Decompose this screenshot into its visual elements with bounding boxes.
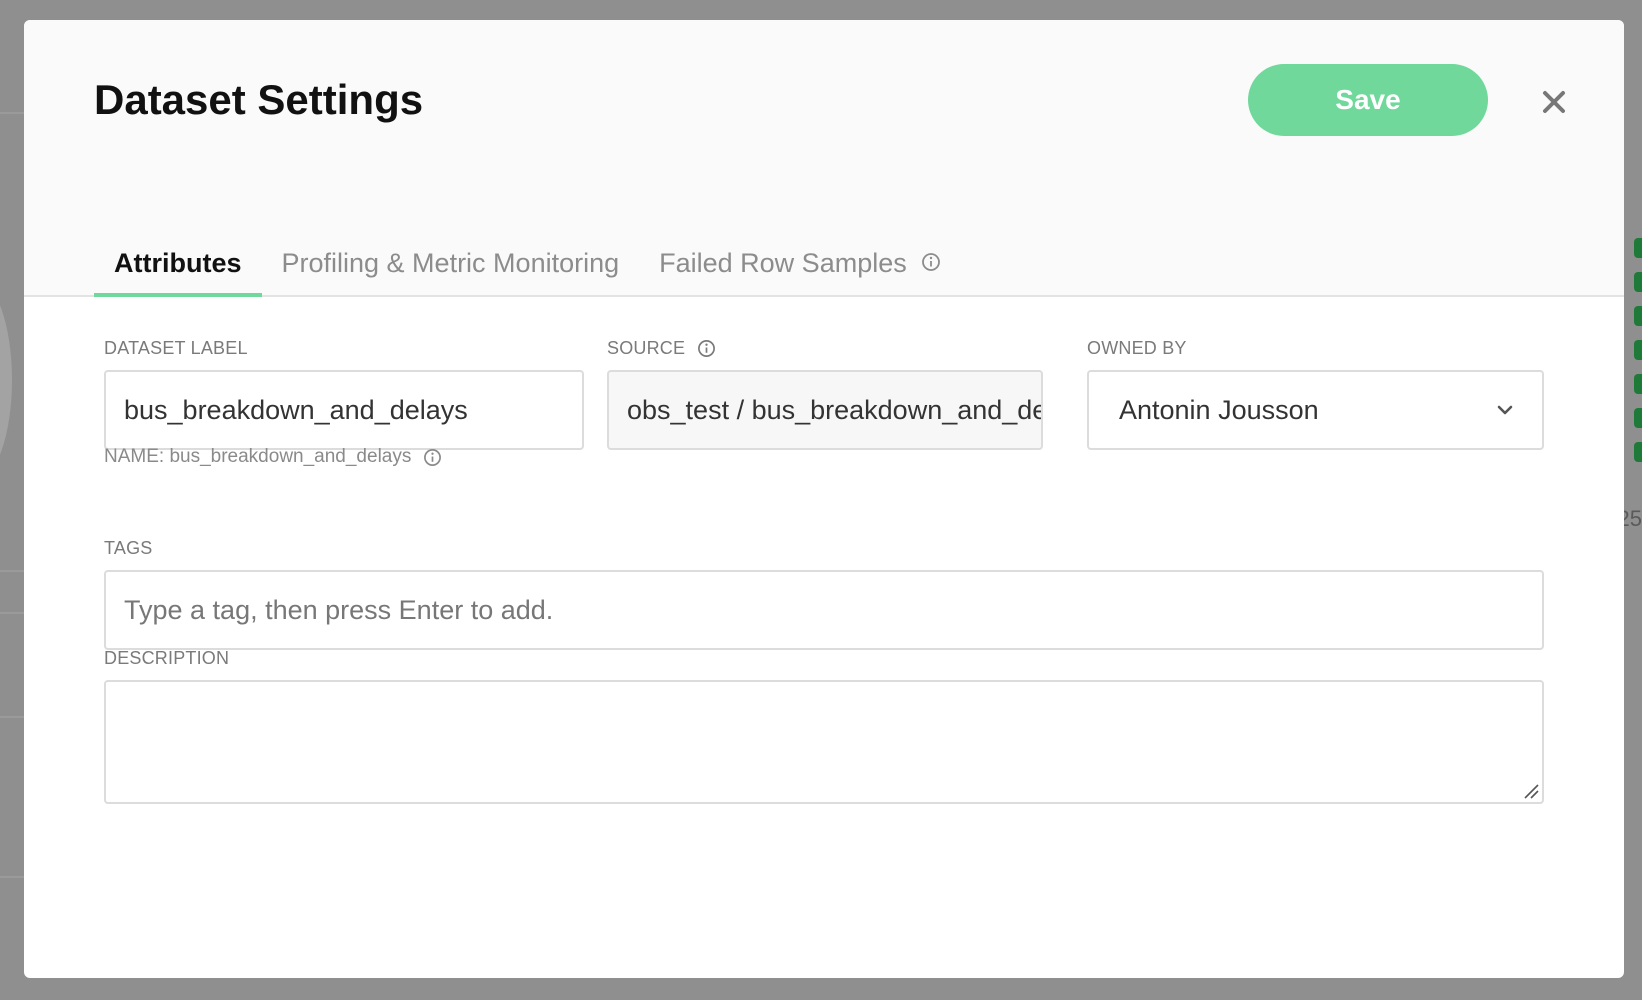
background-status-dot xyxy=(1634,374,1642,394)
background-divider xyxy=(0,570,24,572)
tags-label: TAGS xyxy=(104,538,152,559)
description-textarea[interactable] xyxy=(104,680,1544,804)
dataset-label-label-text: DATASET LABEL xyxy=(104,338,248,358)
source-value: obs_test / bus_breakdown_and_delays xyxy=(627,394,1041,425)
description-label-text: DESCRIPTION xyxy=(104,648,230,668)
background-status-dot xyxy=(1634,306,1642,326)
background-divider xyxy=(0,112,24,114)
background-divider xyxy=(0,876,24,878)
modal-title: Dataset Settings xyxy=(94,76,424,123)
owned-by-label-text: OWNED BY xyxy=(1087,338,1187,358)
info-icon[interactable] xyxy=(423,448,442,467)
info-icon[interactable] xyxy=(921,252,941,272)
tab-label: Failed Row Samples xyxy=(659,248,907,278)
info-icon[interactable] xyxy=(697,339,716,358)
dataset-label-label: DATASET LABEL xyxy=(104,338,248,359)
source-input[interactable]: obs_test / bus_breakdown_and_delays xyxy=(607,370,1043,450)
resize-handle-icon[interactable] xyxy=(1522,782,1540,800)
background-status-dot xyxy=(1634,238,1642,258)
dataset-label-input[interactable]: bus_breakdown_and_delays xyxy=(104,370,584,450)
tab-label: Profiling & Metric Monitoring xyxy=(281,248,620,278)
tab-attributes[interactable]: Attributes xyxy=(94,226,262,297)
background-divider xyxy=(0,612,24,614)
tab-profiling-metric-monitoring[interactable]: Profiling & Metric Monitoring xyxy=(262,226,640,297)
tab-failed-row-samples[interactable]: Failed Row Samples xyxy=(639,226,961,297)
tab-label: Attributes xyxy=(114,248,242,278)
background-divider xyxy=(0,716,24,718)
dataset-name-hint-text: NAME: bus_breakdown_and_delays xyxy=(104,446,412,467)
owned-by-label: OWNED BY xyxy=(1087,338,1187,359)
owned-by-value: Antonin Jousson xyxy=(1119,394,1319,425)
dataset-label-value: bus_breakdown_and_delays xyxy=(124,394,468,425)
source-label-text: SOURCE xyxy=(607,338,686,358)
tags-label-text: TAGS xyxy=(104,538,153,558)
tags-input[interactable]: Type a tag, then press Enter to add. xyxy=(104,570,1544,650)
owned-by-select[interactable]: Antonin Jousson xyxy=(1087,370,1544,450)
dataset-settings-modal: Dataset Settings Save Attributes Profili… xyxy=(24,20,1624,978)
background-status-dot xyxy=(1634,340,1642,360)
tags-placeholder: Type a tag, then press Enter to add. xyxy=(124,594,554,625)
save-button[interactable]: Save xyxy=(1248,64,1488,136)
background-status-dot xyxy=(1634,408,1642,428)
background-status-dot xyxy=(1634,272,1642,292)
background-status-dot xyxy=(1634,442,1642,462)
chevron-down-icon xyxy=(1496,404,1514,416)
dataset-name-hint: NAME: bus_breakdown_and_delays xyxy=(104,446,442,468)
close-button[interactable] xyxy=(1532,80,1576,124)
description-label: DESCRIPTION xyxy=(104,648,229,669)
background-chart-arc xyxy=(0,280,12,480)
modal-header: Dataset Settings Save Attributes Profili… xyxy=(24,20,1624,297)
source-label: SOURCE xyxy=(607,338,716,359)
close-icon xyxy=(1541,89,1567,115)
tab-bar: Attributes Profiling & Metric Monitoring… xyxy=(94,226,961,297)
